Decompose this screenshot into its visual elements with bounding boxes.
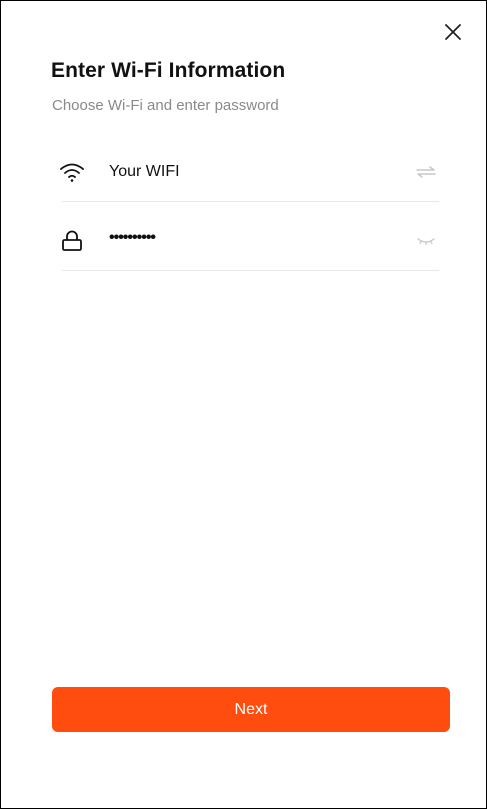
page-subtitle: Choose Wi-Fi and enter password — [52, 97, 279, 114]
switch-network-button[interactable] — [413, 162, 439, 182]
close-icon — [445, 24, 461, 40]
eye-closed-icon — [417, 238, 435, 246]
lock-icon — [58, 228, 86, 254]
next-button[interactable]: Next — [52, 687, 450, 732]
wifi-network-field[interactable]: Your WIFI — [60, 143, 439, 202]
wifi-setup-screen: Enter Wi-Fi Information Choose Wi-Fi and… — [0, 0, 487, 809]
password-field[interactable]: •••••••••• — [62, 212, 439, 271]
close-button[interactable] — [440, 19, 466, 45]
switch-network-icon — [416, 166, 436, 178]
wifi-ssid: Your WIFI — [109, 163, 180, 180]
page-title: Enter Wi-Fi Information — [51, 59, 286, 82]
password-visibility-toggle[interactable] — [413, 231, 439, 251]
wifi-icon — [58, 159, 86, 185]
password-input[interactable]: •••••••••• — [109, 229, 156, 247]
